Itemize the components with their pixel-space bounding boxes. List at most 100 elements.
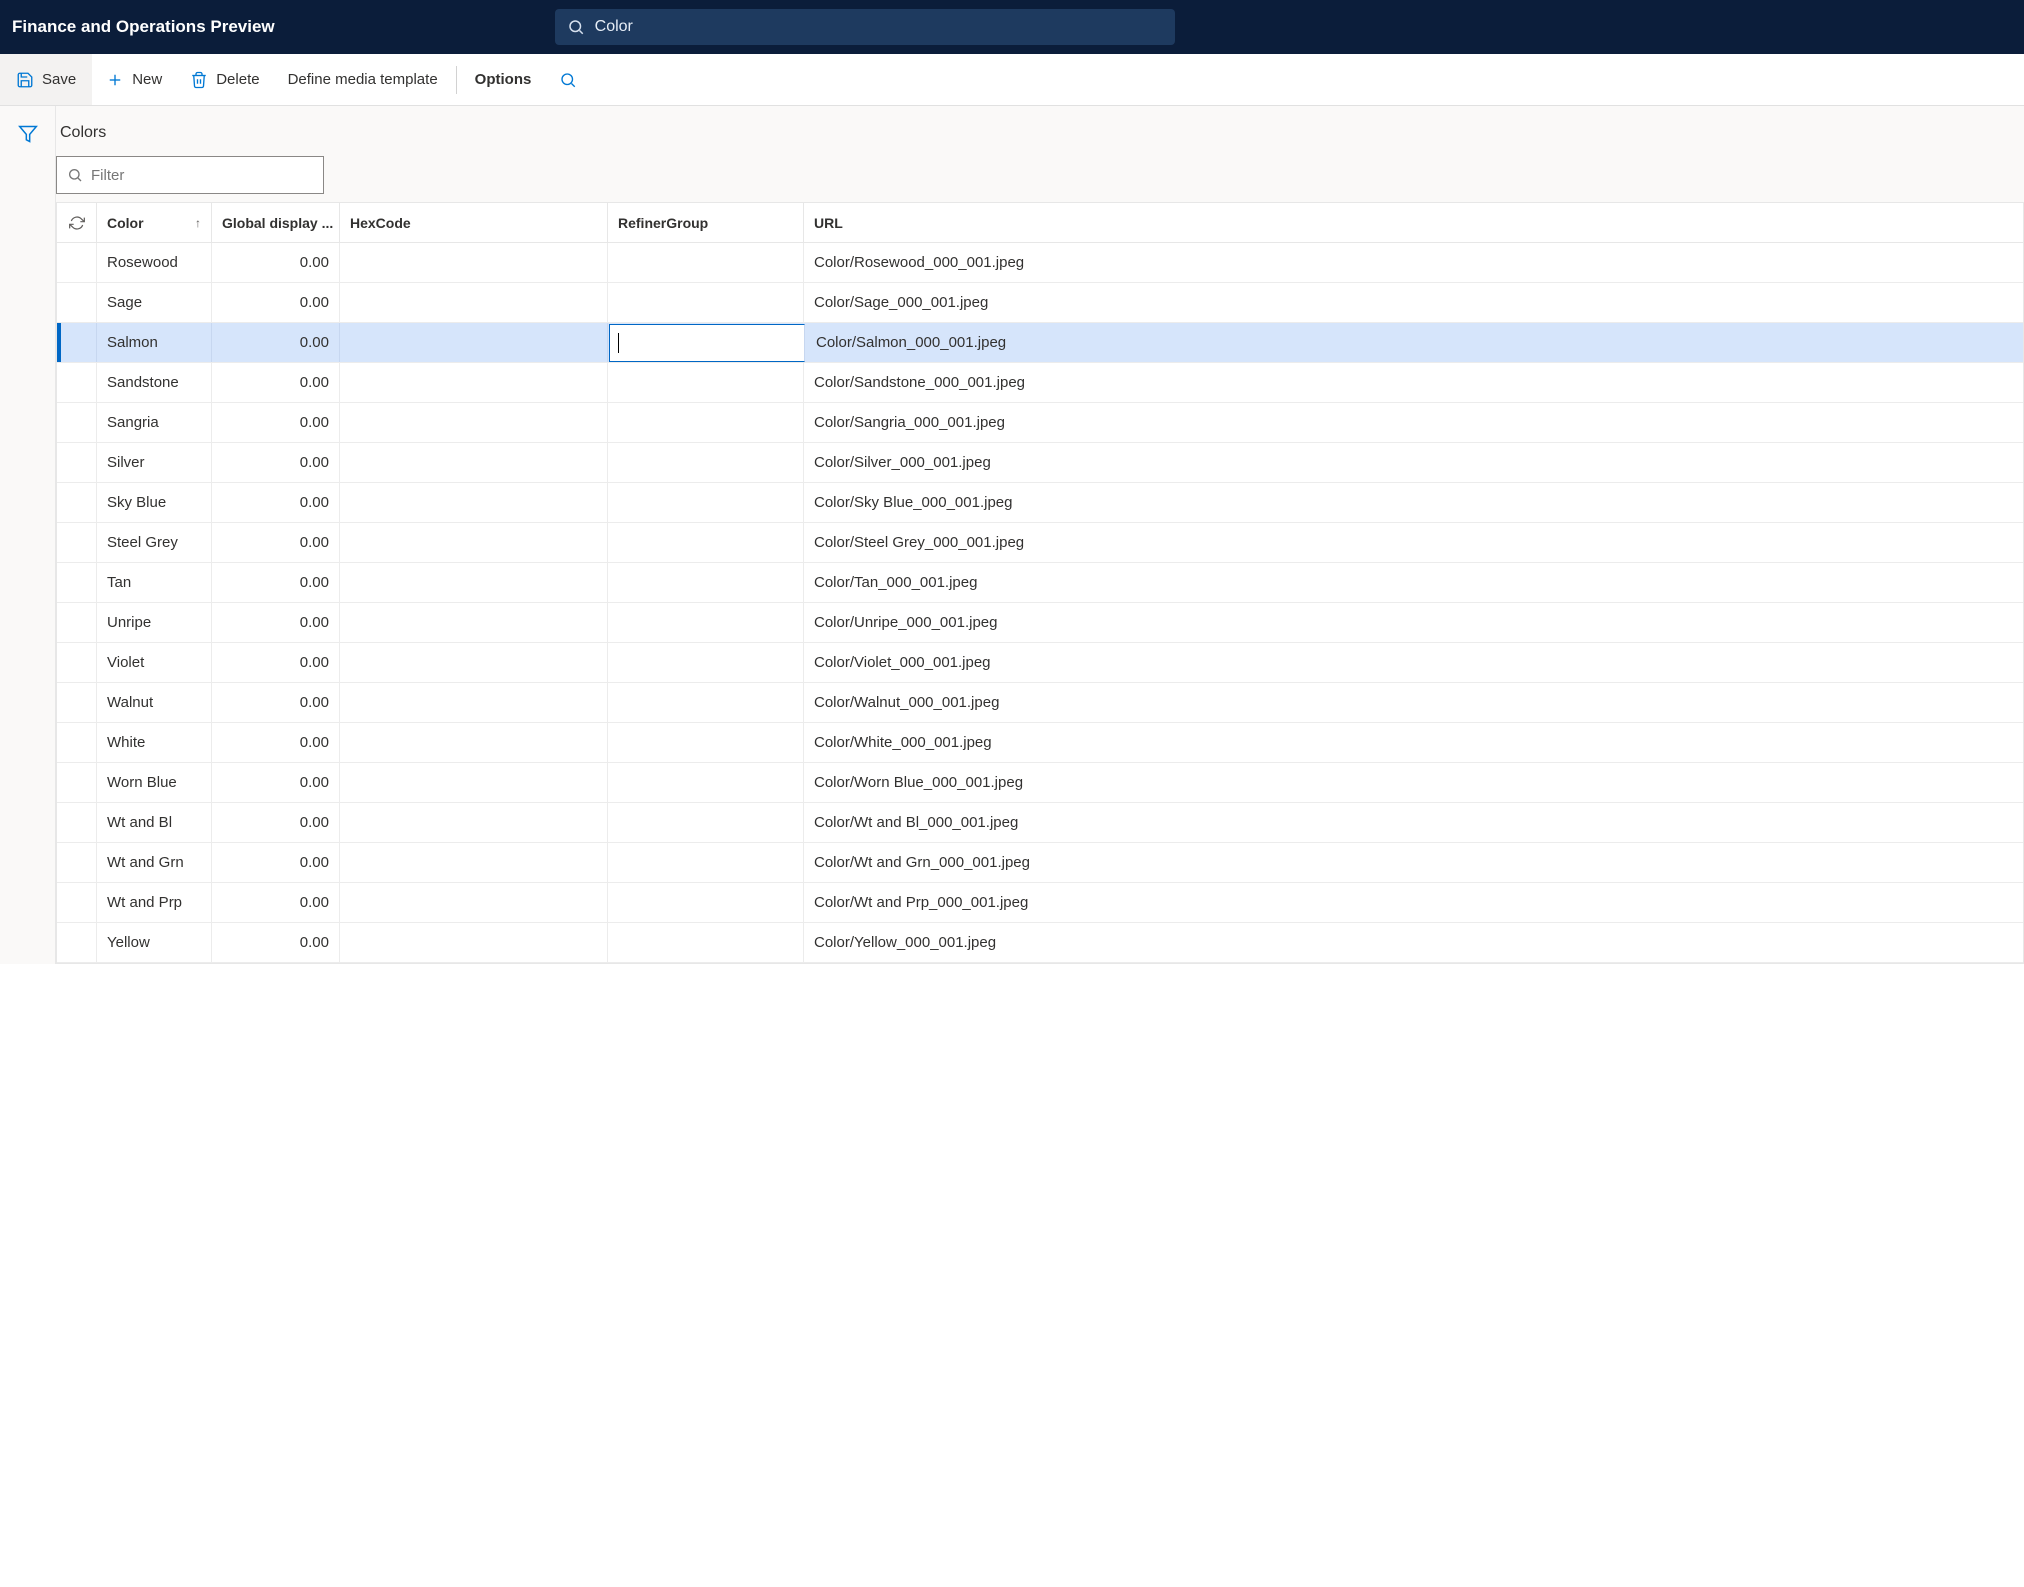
funnel-icon[interactable]	[18, 124, 38, 144]
cell-hexcode[interactable]	[340, 483, 608, 522]
define-media-button[interactable]: Define media template	[274, 54, 452, 105]
row-selector-cell[interactable]	[57, 283, 97, 322]
cell-global-display[interactable]: 0.00	[212, 603, 340, 642]
cell-color[interactable]: Worn Blue	[97, 763, 212, 802]
cell-hexcode[interactable]	[340, 363, 608, 402]
cell-global-display[interactable]: 0.00	[212, 843, 340, 882]
cell-color[interactable]: Salmon	[97, 323, 212, 362]
cell-url[interactable]: Color/Sky Blue_000_001.jpeg	[804, 483, 2023, 522]
cell-global-display[interactable]: 0.00	[212, 683, 340, 722]
cell-hexcode[interactable]	[340, 723, 608, 762]
cell-color[interactable]: Unripe	[97, 603, 212, 642]
cell-hexcode[interactable]	[340, 443, 608, 482]
table-row[interactable]: Silver0.00Color/Silver_000_001.jpeg	[57, 443, 2023, 483]
cell-color[interactable]: Wt and Grn	[97, 843, 212, 882]
cell-global-display[interactable]: 0.00	[212, 923, 340, 962]
cell-color[interactable]: Violet	[97, 643, 212, 682]
cell-color[interactable]: White	[97, 723, 212, 762]
cell-color[interactable]: Yellow	[97, 923, 212, 962]
cell-global-display[interactable]: 0.00	[212, 483, 340, 522]
table-row[interactable]: Tan0.00 Color/Tan_000_001.jpeg	[57, 563, 2023, 603]
cell-url[interactable]: Color/Sandstone_000_001.jpeg	[804, 363, 2023, 402]
table-row[interactable]: Sky Blue0.00 Color/Sky Blue_000_001.jpeg	[57, 483, 2023, 523]
filter-input[interactable]	[91, 167, 313, 184]
row-selector-cell[interactable]	[57, 443, 97, 482]
cell-color[interactable]: Wt and Bl	[97, 803, 212, 842]
column-color[interactable]: Color ↑	[97, 203, 212, 242]
cell-color[interactable]: Sandstone	[97, 363, 212, 402]
cell-hexcode[interactable]	[340, 683, 608, 722]
cell-hexcode[interactable]	[340, 243, 608, 282]
column-hexcode[interactable]: HexCode	[340, 203, 608, 242]
cell-hexcode[interactable]	[340, 923, 608, 962]
cell-url[interactable]: Color/Violet_000_001.jpeg	[804, 643, 2023, 682]
column-refiner-group[interactable]: RefinerGroup	[608, 203, 804, 242]
row-selector-cell[interactable]	[57, 523, 97, 562]
row-selector-cell[interactable]	[57, 923, 97, 962]
cell-refiner-group[interactable]	[608, 723, 804, 762]
cell-global-display[interactable]: 0.00	[212, 363, 340, 402]
cell-refiner-group[interactable]	[608, 643, 804, 682]
cell-refiner-group[interactable]	[608, 763, 804, 802]
cell-refiner-group[interactable]	[609, 324, 805, 362]
row-selector-cell[interactable]	[57, 483, 97, 522]
cell-url[interactable]: Color/White_000_001.jpeg	[804, 723, 2023, 762]
cell-refiner-group[interactable]	[608, 843, 804, 882]
cell-hexcode[interactable]	[340, 563, 608, 602]
cell-url[interactable]: Color/Worn Blue_000_001.jpeg	[804, 763, 2023, 802]
table-row[interactable]: Wt and Bl0.00Color/Wt and Bl_000_001.jpe…	[57, 803, 2023, 843]
row-selector-cell[interactable]	[57, 403, 97, 442]
table-row[interactable]: Wt and Grn0.00Color/Wt and Grn_000_001.j…	[57, 843, 2023, 883]
row-selector-cell[interactable]	[57, 603, 97, 642]
cell-hexcode[interactable]	[340, 603, 608, 642]
table-row[interactable]: Unripe0.00Color/Unripe_000_001.jpeg	[57, 603, 2023, 643]
cell-hexcode[interactable]	[340, 523, 608, 562]
cell-hexcode[interactable]	[340, 323, 608, 362]
cell-refiner-group[interactable]	[608, 883, 804, 922]
cell-hexcode[interactable]	[340, 403, 608, 442]
cell-refiner-group[interactable]	[608, 403, 804, 442]
grid-filter[interactable]	[56, 156, 324, 194]
cell-global-display[interactable]: 0.00	[212, 243, 340, 282]
cell-refiner-group[interactable]	[608, 283, 804, 322]
cell-refiner-group[interactable]	[608, 923, 804, 962]
cell-url[interactable]: Color/Steel Grey_000_001.jpeg	[804, 523, 2023, 562]
cell-refiner-group[interactable]	[608, 243, 804, 282]
cell-color[interactable]: Wt and Prp	[97, 883, 212, 922]
table-row[interactable]: White0.00 Color/White_000_001.jpeg	[57, 723, 2023, 763]
cell-url[interactable]: Color/Silver_000_001.jpeg	[804, 443, 2023, 482]
find-button[interactable]	[545, 54, 591, 105]
cell-refiner-group[interactable]	[608, 443, 804, 482]
cell-global-display[interactable]: 0.00	[212, 803, 340, 842]
cell-refiner-group[interactable]	[608, 483, 804, 522]
cell-hexcode[interactable]	[340, 803, 608, 842]
table-row[interactable]: Sage0.00Color/Sage_000_001.jpeg	[57, 283, 2023, 323]
cell-global-display[interactable]: 0.00	[212, 723, 340, 762]
cell-refiner-group[interactable]	[608, 683, 804, 722]
table-row[interactable]: Steel Grey0.00Color/Steel Grey_000_001.j…	[57, 523, 2023, 563]
row-selector-cell[interactable]	[57, 683, 97, 722]
row-selector-cell[interactable]	[57, 243, 97, 282]
cell-refiner-group[interactable]	[608, 803, 804, 842]
table-row[interactable]: Violet0.00Color/Violet_000_001.jpeg	[57, 643, 2023, 683]
cell-hexcode[interactable]	[340, 843, 608, 882]
cell-refiner-group[interactable]	[608, 523, 804, 562]
table-row[interactable]: Yellow0.00Color/Yellow_000_001.jpeg	[57, 923, 2023, 963]
table-row[interactable]: Wt and Prp0.00Color/Wt and Prp_000_001.j…	[57, 883, 2023, 923]
row-selector-cell[interactable]	[57, 643, 97, 682]
cell-global-display[interactable]: 0.00	[212, 883, 340, 922]
cell-global-display[interactable]: 0.00	[212, 283, 340, 322]
cell-url[interactable]: Color/Sage_000_001.jpeg	[804, 283, 2023, 322]
cell-hexcode[interactable]	[340, 763, 608, 802]
refresh-header[interactable]	[57, 203, 97, 242]
delete-button[interactable]: Delete	[176, 54, 273, 105]
cell-color[interactable]: Sky Blue	[97, 483, 212, 522]
row-selector-cell[interactable]	[57, 723, 97, 762]
cell-global-display[interactable]: 0.00	[212, 323, 340, 362]
cell-global-display[interactable]: 0.00	[212, 563, 340, 602]
global-search[interactable]: Color	[555, 9, 1175, 45]
cell-color[interactable]: Tan	[97, 563, 212, 602]
cell-global-display[interactable]: 0.00	[212, 443, 340, 482]
cell-url[interactable]: Color/Tan_000_001.jpeg	[804, 563, 2023, 602]
cell-global-display[interactable]: 0.00	[212, 403, 340, 442]
